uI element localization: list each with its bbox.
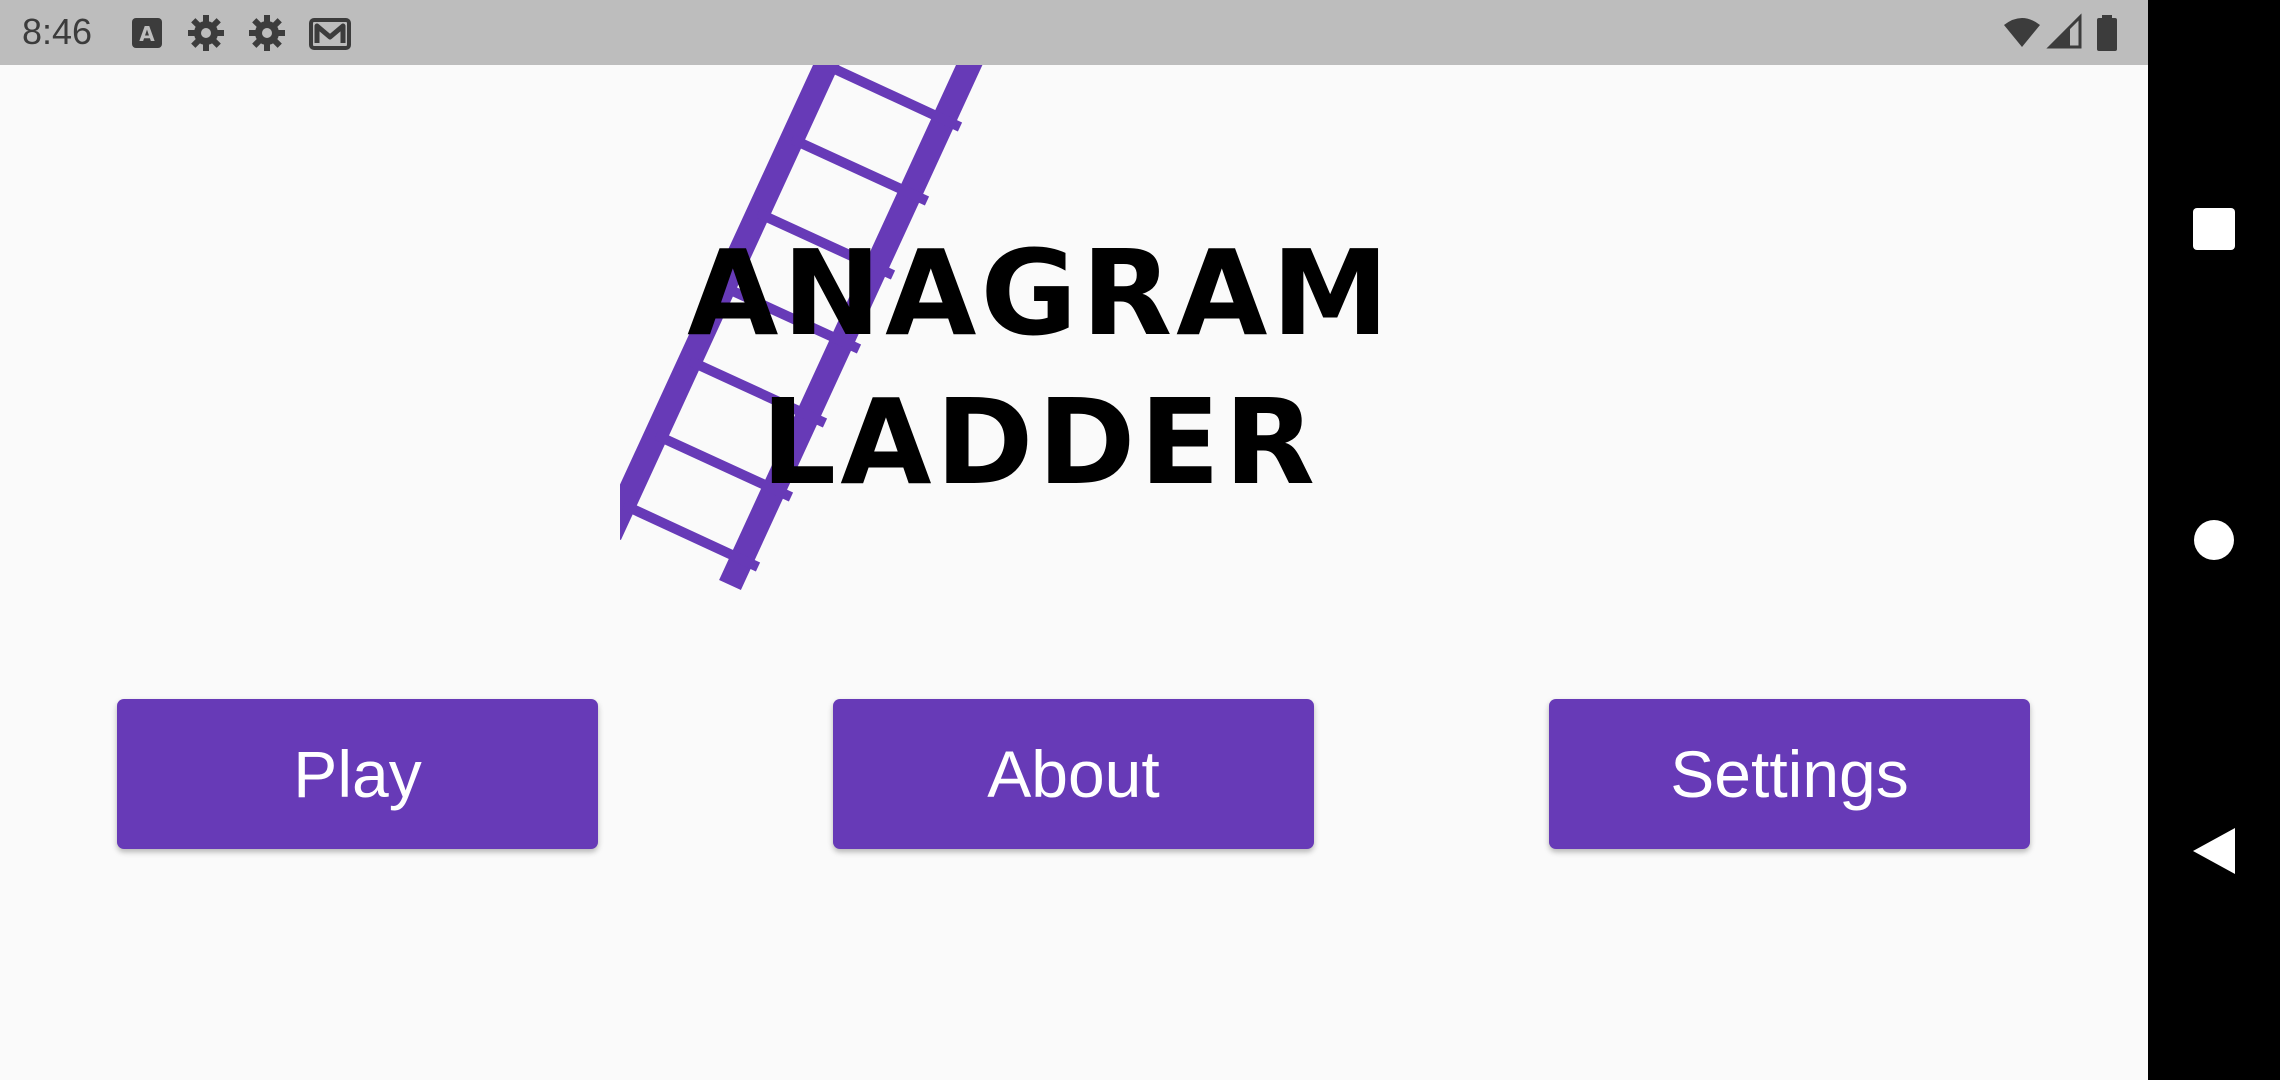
title-line-1: ANAGRAM: [687, 224, 1393, 362]
gear-icon: [186, 13, 226, 53]
about-button[interactable]: About: [833, 699, 1314, 849]
app-screen: 8:46 A ANAGRAM LADDER Play About Setting…: [0, 0, 2148, 1080]
play-button[interactable]: Play: [117, 699, 598, 849]
back-button[interactable]: [2174, 811, 2254, 891]
wifi-icon: [2002, 13, 2042, 53]
keyboard-a-icon: A: [128, 13, 168, 53]
square-icon: [2193, 208, 2235, 250]
recents-button[interactable]: [2174, 189, 2254, 269]
status-time: 8:46: [22, 11, 93, 52]
circle-icon: [2194, 520, 2234, 560]
home-button[interactable]: [2174, 500, 2254, 580]
app-logo: ANAGRAM LADDER: [620, 65, 1460, 620]
gmail-icon: [308, 13, 352, 53]
title-line-2: LADDER: [761, 373, 1319, 511]
settings-button[interactable]: Settings: [1549, 699, 2030, 849]
triangle-back-icon: [2193, 828, 2235, 874]
status-bar: 8:46 A: [0, 0, 2148, 65]
battery-icon: [2094, 13, 2120, 53]
gear-icon: [247, 13, 287, 53]
navigation-bar: [2148, 0, 2280, 1080]
cell-signal-icon: [2046, 13, 2086, 53]
svg-text:A: A: [139, 22, 155, 46]
